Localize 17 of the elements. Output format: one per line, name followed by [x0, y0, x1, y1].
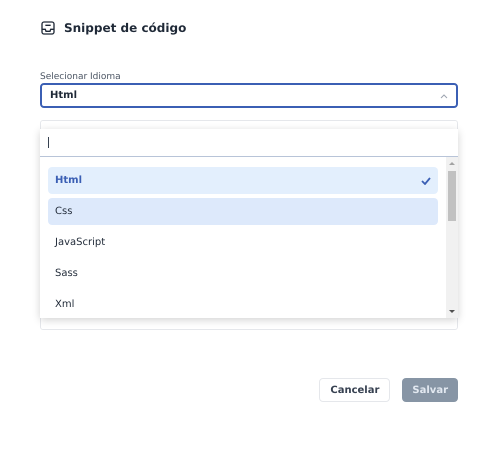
scrollbar-thumb[interactable]: [448, 171, 456, 221]
dropdown-option[interactable]: Sass: [48, 260, 438, 287]
dropdown-option[interactable]: JavaScript: [48, 229, 438, 256]
inbox-icon: [40, 20, 56, 36]
dropdown-option[interactable]: Html: [48, 167, 438, 194]
check-icon: [421, 176, 431, 184]
caret-icon: [440, 92, 448, 98]
field-label: Selecionar Idioma: [40, 71, 122, 83]
cancel-button[interactable]: Cancelar: [319, 378, 390, 402]
scroll-up-icon[interactable]: [449, 161, 455, 165]
text-cursor: [48, 137, 49, 148]
dialog-title: Snippet de código: [64, 20, 186, 37]
dropdown-option[interactable]: Xml: [48, 291, 438, 318]
scroll-down-icon[interactable]: [449, 310, 455, 314]
scrollbar[interactable]: [446, 157, 458, 318]
dropdown-option[interactable]: Css: [48, 198, 438, 225]
language-select[interactable]: Html: [40, 83, 458, 108]
